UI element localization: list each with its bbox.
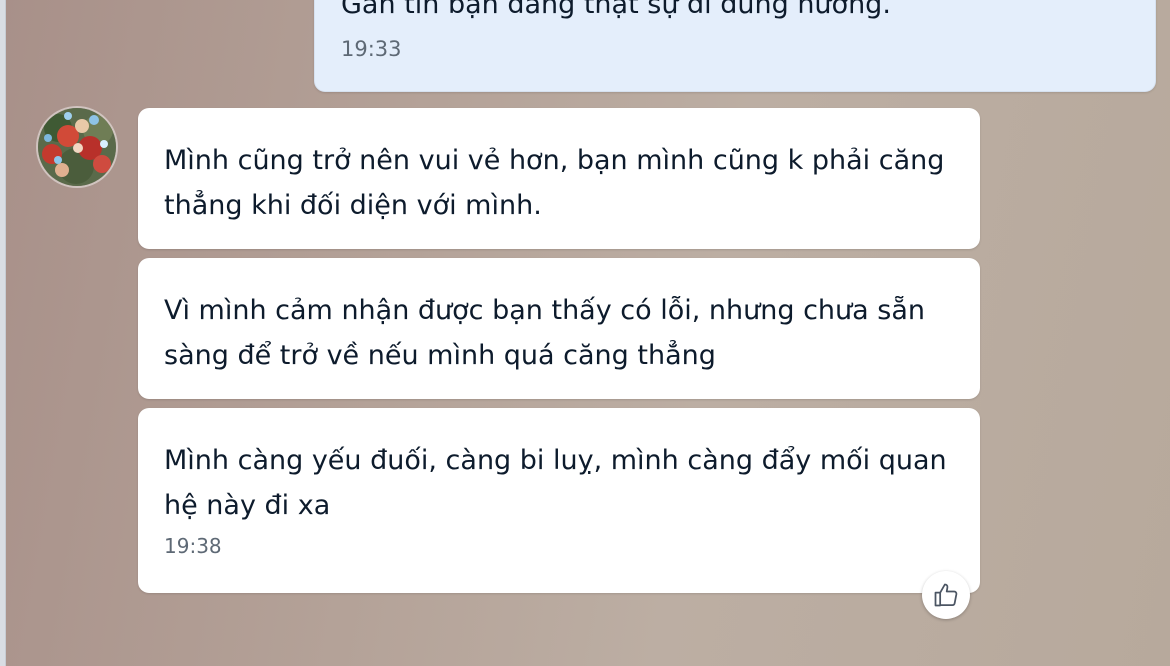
incoming-message-bubble[interactable]: Mình càng yếu đuối, càng bi luỵ, mình cà… bbox=[138, 408, 980, 593]
flower-bouquet-avatar-icon bbox=[38, 108, 116, 186]
outgoing-message-bubble[interactable]: Gần tin bạn đang thật sự đi đúng hướng. … bbox=[314, 0, 1156, 92]
message-text: Vì mình cảm nhận được bạn thấy có lỗi, n… bbox=[164, 295, 926, 371]
avatar[interactable] bbox=[38, 108, 116, 186]
incoming-message-bubble[interactable]: Mình cũng trở nên vui vẻ hơn, bạn mình c… bbox=[138, 108, 980, 249]
window-left-edge bbox=[0, 0, 6, 666]
message-text: Mình càng yếu đuối, càng bi luỵ, mình cà… bbox=[164, 445, 947, 521]
chat-area: Gần tin bạn đang thật sự đi đúng hướng. … bbox=[0, 0, 1170, 666]
incoming-message-bubble[interactable]: Vì mình cảm nhận được bạn thấy có lỗi, n… bbox=[138, 258, 980, 399]
message-timestamp: 19:33 bbox=[341, 37, 402, 61]
react-like-button[interactable] bbox=[922, 571, 970, 619]
message-timestamp: 19:38 bbox=[164, 534, 222, 558]
message-text: Mình cũng trở nên vui vẻ hơn, bạn mình c… bbox=[164, 145, 945, 221]
thumbs-up-icon bbox=[934, 583, 958, 607]
message-text: Gần tin bạn đang thật sự đi đúng hướng. bbox=[341, 0, 891, 20]
